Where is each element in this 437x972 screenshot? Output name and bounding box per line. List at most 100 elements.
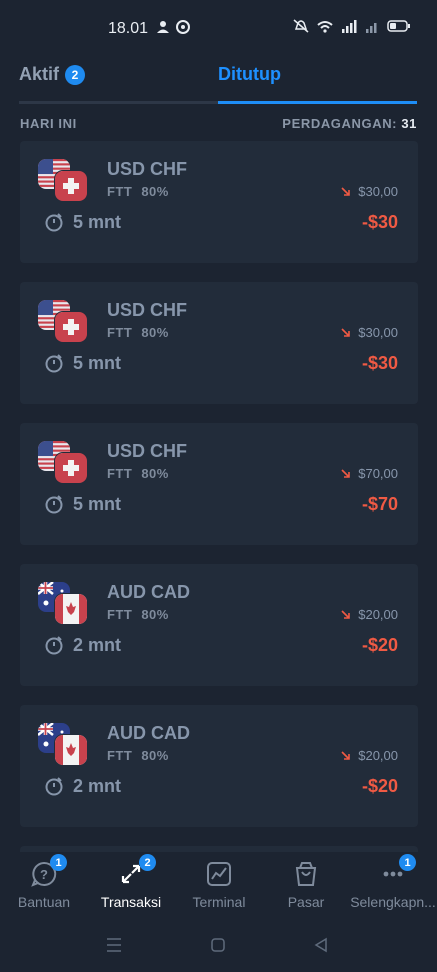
trade-type: FTT 80% [107, 184, 169, 199]
nav-bantuan-badge: 1 [50, 854, 67, 871]
timer-icon [45, 495, 63, 514]
trade-duration: 2 mnt [73, 635, 122, 655]
trade-card[interactable]: AUD CAD FTT 80% 2 mnt $20,00 -$20 [20, 564, 418, 686]
currency-flags [38, 300, 88, 342]
status-bar: 18.01 [0, 0, 437, 58]
trade-type: FTT 80% [107, 748, 169, 763]
swiss-flag-icon [55, 171, 87, 201]
investment: $70,00 [341, 466, 398, 481]
investment: $20,00 [341, 748, 398, 763]
currency-flags [38, 582, 88, 624]
nav-transaksi-label: Transaksi [100, 894, 162, 910]
trade-card[interactable]: USD CHF FTT 80% 5 mnt $70,00 -$70 [20, 423, 418, 545]
nav-terminal-label: Terminal [192, 894, 246, 910]
payout-percent: 80% [141, 325, 169, 340]
trade-type-label: FTT [107, 325, 133, 340]
currency-flags [38, 441, 88, 483]
trade-duration: 5 mnt [73, 494, 122, 514]
svg-text:?: ? [40, 867, 48, 882]
trade-type-label: FTT [107, 184, 133, 199]
currency-pair: USD CHF [107, 441, 187, 461]
swiss-flag-icon [55, 312, 87, 342]
trade-result: -$20 [361, 776, 398, 796]
down-arrow-icon [341, 610, 351, 619]
active-tab-indicator [218, 101, 417, 104]
signal-2-icon [366, 22, 377, 33]
currency-flags [38, 723, 88, 765]
ca-flag-icon [55, 594, 87, 624]
menu-icon[interactable] [105, 937, 123, 953]
tab-aktif-label: Aktif [19, 64, 59, 84]
day-label: HARI INI [20, 116, 77, 131]
trades-count-value: 31 [401, 116, 417, 131]
investment: $30,00 [341, 325, 398, 340]
nav-bantuan-label: Bantuan [17, 894, 71, 910]
trade-type-label: FTT [107, 466, 133, 481]
home-icon[interactable] [210, 937, 226, 953]
trade-card[interactable]: USD CHF FTT 80% 5 mnt $30,00 -$30 [20, 141, 418, 263]
trade-card[interactable]: AUD CAD FTT 80% 2 mnt $20,00 -$20 [20, 705, 418, 827]
trade-type: FTT 80% [107, 466, 169, 481]
investment-amount: $30,00 [358, 184, 398, 199]
down-arrow-icon [341, 751, 351, 760]
nav-transaksi[interactable]: 2 Transaksi [87, 854, 175, 910]
wifi-icon [317, 20, 333, 33]
investment-amount: $30,00 [358, 325, 398, 340]
trade-card[interactable]: USD CHF FTT 80% 5 mnt $30,00 -$30 [20, 282, 418, 404]
terminal-chart-icon [207, 862, 231, 886]
timer-icon [45, 213, 63, 232]
currency-pair: USD CHF [107, 159, 187, 179]
currency-pair: USD CHF [107, 300, 187, 320]
nav-bantuan[interactable]: ? 1 Bantuan [0, 854, 88, 910]
trade-result: -$30 [361, 353, 398, 373]
ca-flag-icon [55, 735, 87, 765]
payout-percent: 80% [141, 466, 169, 481]
trade-duration: 2 mnt [73, 776, 122, 796]
swiss-flag-icon [55, 453, 87, 483]
currency-pair: AUD CAD [107, 723, 190, 743]
system-navigation [0, 922, 437, 972]
investment-amount: $70,00 [358, 466, 398, 481]
battery-icon [387, 20, 410, 32]
nav-transaksi-badge: 2 [139, 854, 156, 871]
bottom-navigation: ? 1 Bantuan 2 Transaksi Terminal Pasar 1… [0, 852, 437, 920]
timer-icon [45, 636, 63, 655]
signal-icon [342, 19, 357, 33]
nav-terminal[interactable]: Terminal [175, 860, 263, 910]
down-arrow-icon [341, 469, 351, 478]
payout-percent: 80% [141, 184, 169, 199]
trade-type-label: FTT [107, 748, 133, 763]
investment-amount: $20,00 [358, 607, 398, 622]
trade-duration: 5 mnt [73, 353, 122, 373]
investment: $30,00 [341, 184, 398, 199]
person-notification-icon [157, 21, 169, 33]
app-notification-icon [176, 20, 190, 34]
down-arrow-icon [341, 187, 351, 196]
investment: $20,00 [341, 607, 398, 622]
trades-count: PERDAGANGAN: 31 [282, 116, 417, 131]
trade-type: FTT 80% [107, 607, 169, 622]
tab-aktif-badge: 2 [65, 65, 85, 85]
down-arrow-icon [341, 328, 351, 337]
investment-amount: $20,00 [358, 748, 398, 763]
back-icon[interactable] [313, 937, 329, 953]
trades-count-label: PERDAGANGAN: [282, 116, 398, 131]
trade-result: -$20 [361, 635, 398, 655]
nav-selengkapnya-badge: 1 [399, 854, 416, 871]
trade-result: -$70 [361, 494, 398, 514]
currency-flags [38, 159, 88, 201]
payout-percent: 80% [141, 748, 169, 763]
status-time: 18.01 [108, 20, 149, 37]
trade-type: FTT 80% [107, 325, 169, 340]
trade-result: -$30 [361, 212, 398, 232]
trade-duration: 5 mnt [73, 212, 122, 232]
timer-icon [45, 354, 63, 373]
tab-ditutup[interactable]: Ditutup [218, 64, 417, 101]
tab-aktif[interactable]: Aktif 2 [19, 64, 218, 101]
section-header: HARI INI PERDAGANGAN: 31 [20, 116, 417, 132]
nav-selengkapnya-label: Selengkapn... [350, 894, 436, 910]
nav-selengkapnya[interactable]: 1 Selengkapn... [349, 854, 437, 910]
market-bag-icon [295, 862, 317, 886]
nav-pasar[interactable]: Pasar [262, 860, 350, 910]
mute-icon [293, 19, 309, 33]
